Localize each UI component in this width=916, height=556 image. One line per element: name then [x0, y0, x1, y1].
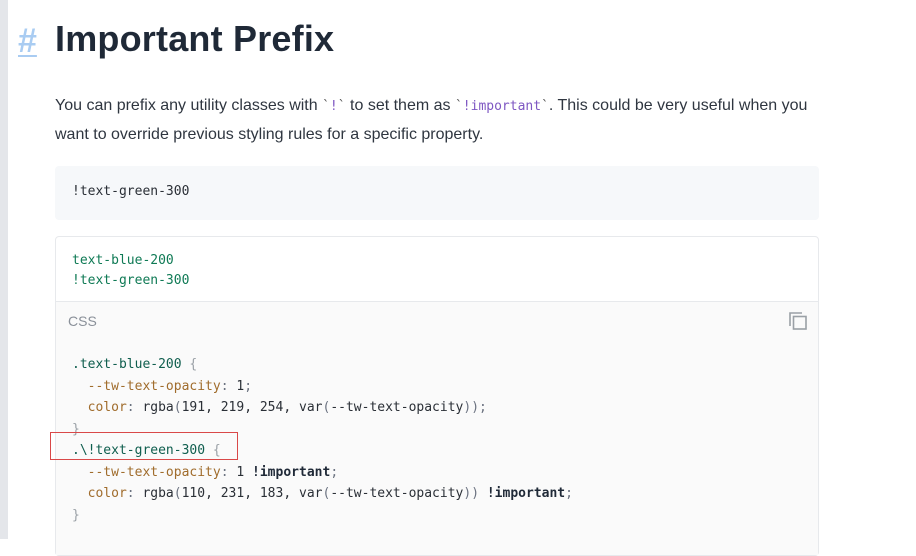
- inline-code-important: !important: [462, 99, 542, 114]
- css-property: --tw-text-opacity: [87, 464, 221, 480]
- left-rail: [0, 0, 8, 539]
- input-line: !text-green-300: [72, 273, 190, 288]
- inline-code-bang: !: [329, 99, 338, 114]
- copy-icon: [789, 312, 807, 330]
- intro-paragraph: You can prefix any utility classes with …: [55, 97, 808, 143]
- demo-output: CSS .text-blue-200 { --tw-text-opacity: …: [56, 302, 818, 555]
- highlight-annotation-box: [50, 432, 238, 460]
- css-selector: .text-blue-200: [72, 357, 182, 372]
- copy-button[interactable]: [787, 310, 809, 332]
- css-property: --tw-text-opacity: [87, 378, 221, 394]
- heading-anchor-link[interactable]: #: [18, 22, 37, 61]
- css-property: color: [87, 400, 127, 415]
- css-property: color: [87, 486, 127, 501]
- input-line: text-blue-200: [72, 253, 174, 268]
- example-code-block: !text-green-300: [55, 166, 819, 220]
- intro-text-1: You can prefix any utility classes with: [55, 97, 323, 114]
- example-code: !text-green-300: [72, 184, 190, 199]
- intro-text-2: to set them as: [345, 97, 455, 114]
- page-title: Important Prefix: [55, 18, 335, 59]
- demo-input-editor[interactable]: text-blue-200 !text-green-300: [56, 237, 818, 302]
- language-label: CSS: [68, 313, 97, 329]
- demo-panel: text-blue-200 !text-green-300 CSS .text-…: [55, 236, 819, 556]
